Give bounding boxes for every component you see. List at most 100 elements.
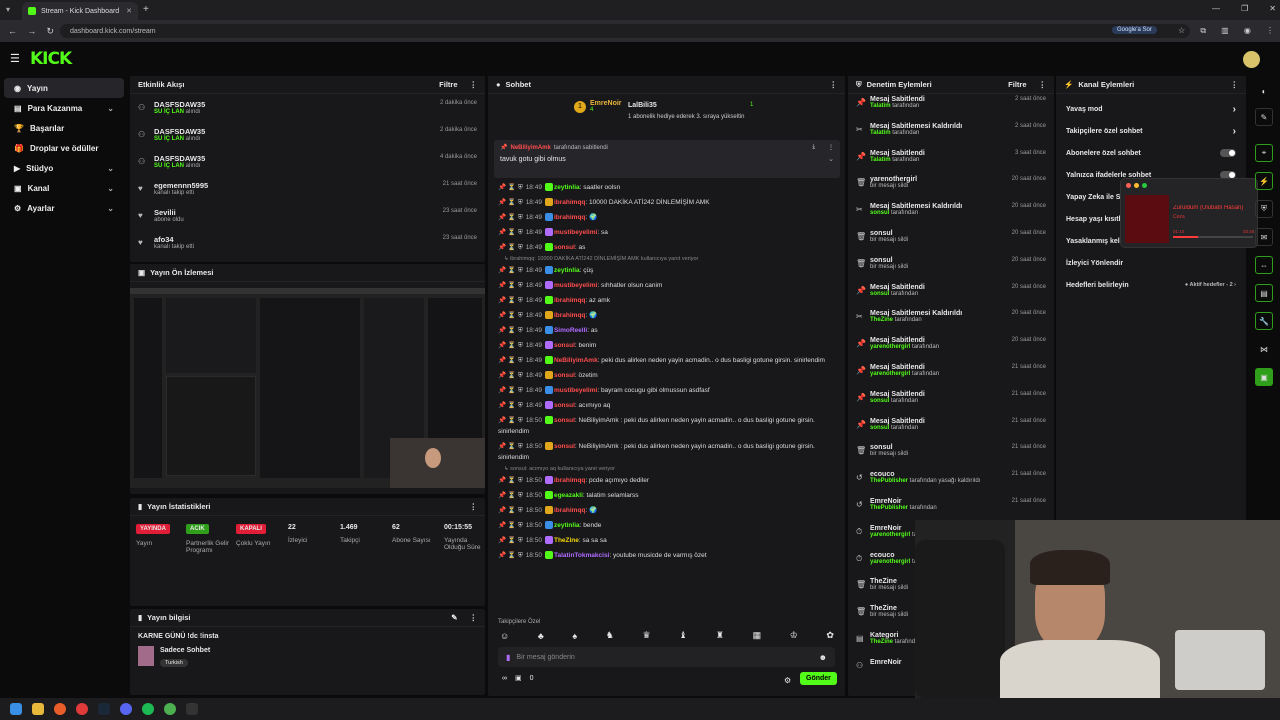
message-username[interactable]: TalatinTokmakcisi [554,552,609,559]
pinned-message[interactable]: 📌 NeBiliyimAmk tarafından sabitlendi ⤓ ⋮ ta… [494,140,840,178]
rail-edit-icon[interactable]: ✎ [1255,108,1273,126]
message-pin-icon[interactable]: 📌 [498,244,508,251]
message-pin-icon[interactable]: 📌 [498,387,508,394]
mod-actor[interactable]: yarenothergirl [870,344,910,350]
hamburger-menu-icon[interactable]: ☰ [10,52,20,65]
spotify-icon[interactable] [142,703,154,715]
profile-icon[interactable]: ◉ [1244,26,1251,36]
start-icon[interactable] [10,703,22,715]
message-shield-icon[interactable]: ⛨ [518,477,523,484]
message-pin-icon[interactable]: 📌 [498,357,508,364]
chat-message[interactable]: 📌 ⏳ ⛨ 18:49 ibrahimqq: az amk [488,293,838,308]
chat-message[interactable]: 📌 ⏳ ⛨ 18:49 ibrahimqq: 🌍 [488,308,838,323]
message-username[interactable]: egeazakli [554,492,583,499]
rail-layout-icon[interactable]: ▤ [1255,284,1273,302]
progress-track[interactable] [1173,236,1253,238]
chevron-right-icon[interactable]: › [1233,104,1236,115]
mod-actor[interactable]: Talatim [870,130,891,136]
message-timeout-icon[interactable]: ⏳ [508,229,518,236]
emote-icon[interactable]: ♣ [538,631,544,641]
rail-chat-icon[interactable]: ✉ [1255,228,1273,246]
rail-tool-icon[interactable]: ⌖ [1255,144,1273,162]
chat-message[interactable]: 📌 ⏳ ⛨ 18:49 SimoReelli: as [488,323,838,338]
message-shield-icon[interactable]: ⛨ [518,267,523,274]
infinity-icon[interactable]: ∞ [502,675,507,682]
message-timeout-icon[interactable]: ⏳ [508,357,518,364]
back-icon[interactable]: ← [8,26,17,37]
message-timeout-icon[interactable]: ⏳ [508,372,518,379]
message-username[interactable]: zeytinlia [554,267,580,274]
emote-icon[interactable]: ▦ [753,630,762,641]
message-pin-icon[interactable]: 📌 [498,537,508,544]
message-timeout-icon[interactable]: ⏳ [508,477,518,484]
message-timeout-icon[interactable]: ⏳ [508,552,518,559]
emote-icon[interactable]: ♛ [642,630,650,641]
mod-actor[interactable]: ThePublisher [870,478,908,484]
chat-message[interactable]: 📌 ⏳ ⛨ 18:49 sonsul: as [488,240,838,255]
message-timeout-icon[interactable]: ⏳ [508,417,518,424]
tab-close-icon[interactable]: ✕ [126,7,132,15]
top-gifter-1[interactable]: 1 EmreNoir 4 [574,100,622,113]
message-timeout-icon[interactable]: ⏳ [508,214,518,221]
channel-action[interactable]: Yavaş mod › [1056,98,1246,120]
message-username[interactable]: ibrahimqq [554,297,585,304]
chevron-down-icon[interactable]: ⌄ [107,164,114,173]
rail-add-icon[interactable]: ▣ [1255,368,1273,386]
message-username[interactable]: ibrahimqq [554,477,585,484]
app-icon[interactable] [76,703,88,715]
chat-input[interactable]: ▮ Bir mesaj gönderin ☻ [498,647,835,667]
message-shield-icon[interactable]: ⛨ [518,327,523,334]
message-pin-icon[interactable]: 📌 [498,297,508,304]
maximize-icon[interactable]: ❐ [1241,4,1248,13]
activity-filter-button[interactable]: Filtre [439,80,457,89]
chat-message[interactable]: 📌 ⏳ ⛨ 18:50 zeytinlia: bende [488,518,838,533]
message-shield-icon[interactable]: ⛨ [518,282,523,289]
message-pin-icon[interactable]: 📌 [498,552,508,559]
channel-action[interactable]: Hedefleri belirleyin ● Aktif hedefler - 2… [1056,274,1246,296]
message-username[interactable]: sonsul [554,417,575,424]
chat-message[interactable]: 📌 ⏳ ⛨ 18:49 ibrahimqq: 10000 DAKİKA ATİ242… [488,195,838,210]
url-input[interactable]: dashboard.kick.com/stream [60,24,1190,38]
collapse-pin-icon[interactable]: ⌄ [828,155,834,163]
message-timeout-icon[interactable]: ⏳ [508,402,518,409]
channel-action[interactable]: İzleyici Yönlendir [1056,252,1246,274]
message-shield-icon[interactable]: ⛨ [518,357,523,364]
message-shield-icon[interactable]: ⛨ [518,417,523,424]
chat-message[interactable]: 📌 ⏳ ⛨ 18:50 sonsul: NeBiliyimAmk : peki du… [488,439,838,465]
sidebar-item[interactable]: ▣ Kanal ⌄ [4,178,124,198]
kick-logo[interactable]: KICK [30,49,72,69]
message-shield-icon[interactable]: ⛨ [518,214,523,221]
message-shield-icon[interactable]: ⛨ [518,492,523,499]
stream-preview-video[interactable] [130,288,485,488]
stats-more-icon[interactable]: ⋮ [470,502,478,511]
message-shield-icon[interactable]: ⛨ [518,297,523,304]
tab-menu-icon[interactable]: ▾ [6,5,10,14]
steam-icon[interactable] [98,703,110,715]
emote-icon[interactable]: ♞ [606,630,614,641]
message-timeout-icon[interactable]: ⏳ [508,297,518,304]
emoji-picker-icon[interactable]: ☻ [819,653,827,662]
message-username[interactable]: TheZine [554,537,579,544]
explorer-icon[interactable] [32,703,44,715]
unpin-icon[interactable]: ⤓ [812,144,815,151]
message-shield-icon[interactable]: ⛨ [518,537,523,544]
mod-actor[interactable]: yarenothergirl [870,532,910,538]
message-shield-icon[interactable]: ⛨ [518,229,523,236]
message-username[interactable]: ibrahimqq [554,214,585,221]
channel-action[interactable]: Takipçilere özel sohbet › [1056,120,1246,142]
chat-message[interactable]: 📌 ⏳ ⛨ 18:49 sonsul: özetim [488,368,838,383]
new-tab-icon[interactable]: + [143,4,149,15]
chat-message[interactable]: 📌 ⏳ ⛨ 18:49 NeBiliyimAmk: peki dus alirken… [488,353,838,368]
message-pin-icon[interactable]: 📌 [498,199,508,206]
window-close-icon[interactable]: ✕ [1269,4,1276,13]
points-icon[interactable]: ▣ [515,674,522,682]
chat-message[interactable]: 📌 ⏳ ⛨ 18:49 sonsul: acımıyo aq [488,398,838,413]
message-shield-icon[interactable]: ⛨ [518,244,523,251]
emote-icon[interactable]: ✿ [826,630,834,641]
message-username[interactable]: sonsul [554,342,575,349]
sidebar-item[interactable]: ◉ Yayın [4,78,124,98]
browser-menu-icon[interactable]: ⋮ [1266,26,1274,36]
message-pin-icon[interactable]: 📌 [498,342,508,349]
emote-icon[interactable]: ♠ [572,631,577,641]
chat-message[interactable]: 📌 ⏳ ⛨ 18:50 sonsul: NeBiliyimAmk : peki du… [488,413,838,439]
